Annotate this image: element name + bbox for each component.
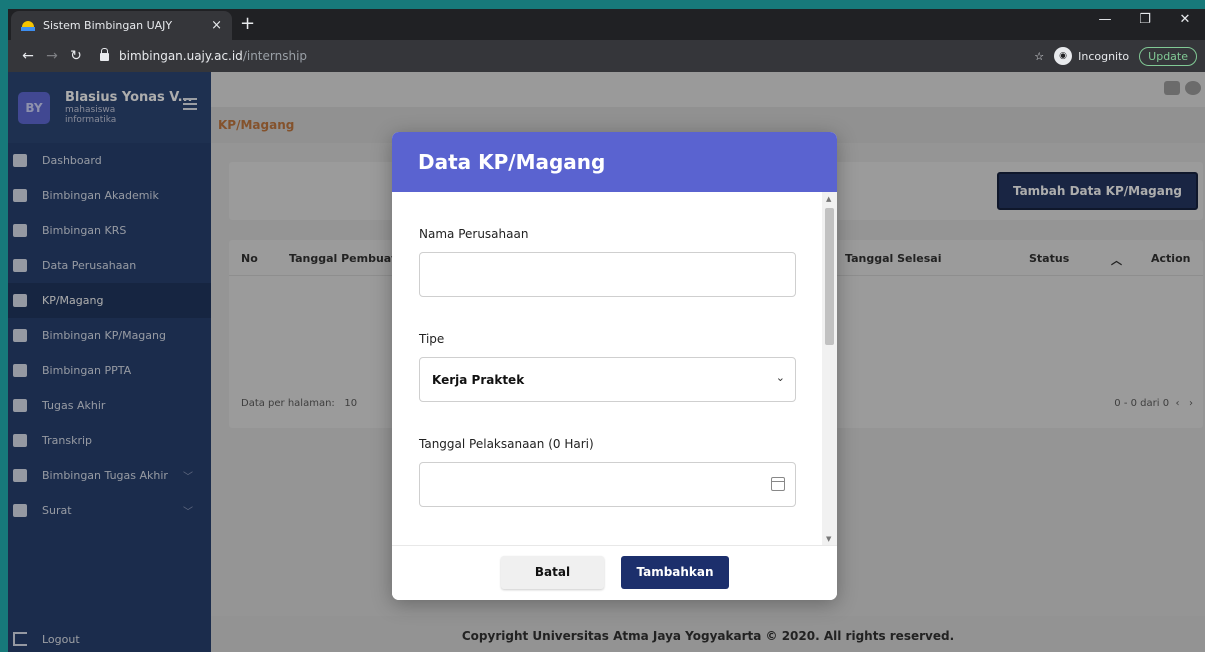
toolbar-right: ☆ ◉ Incognito Update xyxy=(1034,46,1197,66)
type-label: Tipe xyxy=(419,332,445,346)
date-input[interactable] xyxy=(419,462,796,507)
dialog-body: Nama Perusahaan Tipe Kerja Praktek ⌄ Tan… xyxy=(392,192,822,545)
update-button[interactable]: Update xyxy=(1139,46,1197,66)
minimize-icon[interactable]: — xyxy=(1085,12,1125,27)
browser-chrome: Sistem Bimbingan UAJY × + — ❐ ✕ ← → ↻ bi… xyxy=(8,9,1205,72)
reload-icon[interactable]: ↻ xyxy=(64,48,88,64)
site-favicon-icon xyxy=(21,19,35,33)
incognito-icon: ◉ xyxy=(1054,47,1073,65)
submit-button[interactable]: Tambahkan xyxy=(621,556,729,589)
lock-icon xyxy=(100,48,109,61)
scroll-up-icon[interactable]: ▲ xyxy=(826,195,831,203)
chevron-down-icon: ⌄ xyxy=(775,371,785,384)
browser-tab[interactable]: Sistem Bimbingan UAJY × xyxy=(11,11,232,40)
type-select[interactable]: Kerja Praktek ⌄ xyxy=(419,357,796,402)
url-host: bimbingan.uajy.ac.id xyxy=(119,49,243,63)
new-tab-button[interactable]: + xyxy=(240,13,255,34)
back-icon[interactable]: ← xyxy=(16,48,40,64)
company-label: Nama Perusahaan xyxy=(419,227,529,241)
dialog-title: Data KP/Magang xyxy=(392,132,837,192)
cancel-button[interactable]: Batal xyxy=(501,556,604,589)
dialog-scrollbar[interactable]: ▲ ▼ xyxy=(822,192,837,545)
incognito-indicator[interactable]: ◉ Incognito xyxy=(1054,47,1129,65)
calendar-icon[interactable] xyxy=(771,477,785,491)
tab-close-icon[interactable]: × xyxy=(211,18,222,33)
company-name-input[interactable] xyxy=(419,252,796,297)
forward-icon[interactable]: → xyxy=(40,48,64,64)
incognito-label: Incognito xyxy=(1078,49,1130,63)
dialog-footer: Batal Tambahkan xyxy=(392,545,837,600)
kp-magang-dialog: Data KP/Magang Nama Perusahaan Tipe Kerj… xyxy=(392,132,837,600)
scroll-down-icon[interactable]: ▼ xyxy=(826,535,831,543)
bookmark-star-icon[interactable]: ☆ xyxy=(1034,50,1044,63)
tab-title: Sistem Bimbingan UAJY xyxy=(43,19,173,32)
close-window-icon[interactable]: ✕ xyxy=(1165,12,1205,27)
url-path: /internship xyxy=(242,49,308,63)
browser-toolbar: ← → ↻ bimbingan.uajy.ac.id/internship ☆ … xyxy=(8,40,1205,72)
type-selected-value: Kerja Praktek xyxy=(432,373,525,387)
scrollbar-thumb[interactable] xyxy=(825,208,834,345)
address-bar[interactable]: bimbingan.uajy.ac.id/internship xyxy=(96,48,1034,63)
date-label: Tanggal Pelaksanaan (0 Hari) xyxy=(419,437,594,451)
window-controls: — ❐ ✕ xyxy=(1085,12,1205,27)
maximize-icon[interactable]: ❐ xyxy=(1125,12,1165,27)
tab-bar: Sistem Bimbingan UAJY × + — ❐ ✕ xyxy=(8,9,1205,40)
